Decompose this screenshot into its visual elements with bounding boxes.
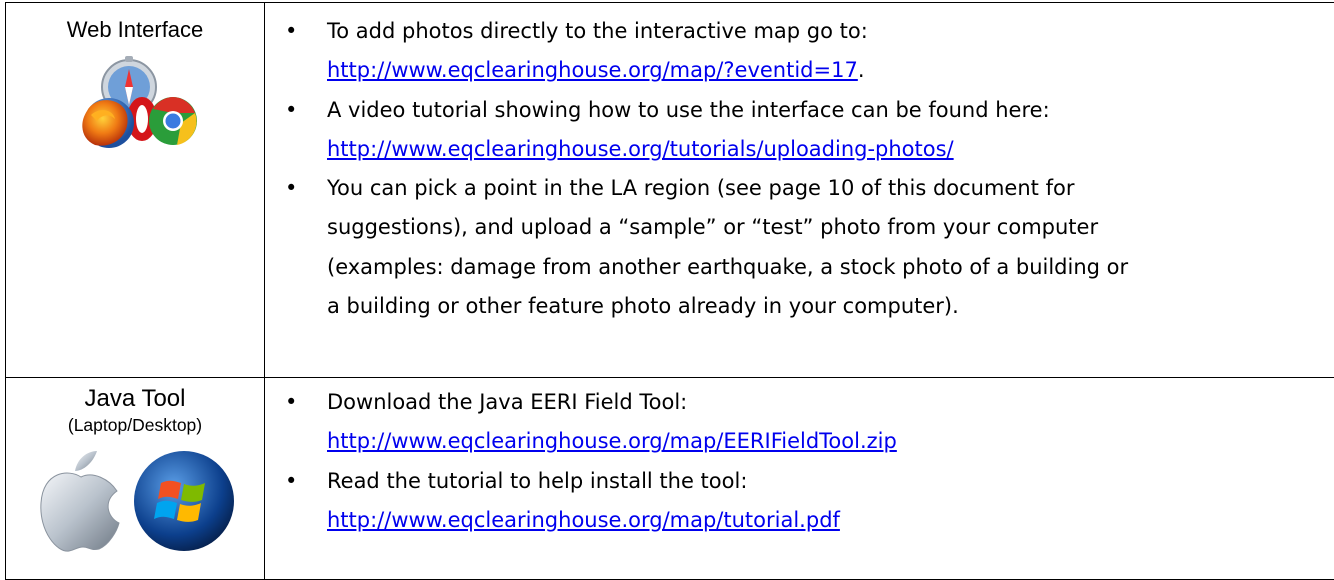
bullet-text: Download the Java EERI Field Tool: [327, 390, 688, 414]
bullet-icon: • [285, 19, 298, 43]
bullet-text-line: suggestions), and upload a “sample” or “… [327, 215, 1099, 240]
install-tutorial-link[interactable]: http://www.eqclearinghouse.org/map/tutor… [327, 508, 840, 532]
windows-icon [134, 451, 234, 551]
row-label-cell: Web Interface [5, 2, 265, 378]
chrome-icon [149, 97, 197, 145]
browser-logos [6, 53, 264, 153]
bullet-list: • Download the Java EERI Field Tool: htt… [265, 378, 1334, 540]
os-logos [6, 447, 264, 557]
table-row-web-interface: Web Interface • To add photos directly t… [5, 2, 1334, 378]
list-item: • Download the Java EERI Field Tool: htt… [285, 383, 1334, 462]
row-subtitle: (Laptop/Desktop) [67, 415, 203, 435]
bullet-icon: • [285, 390, 298, 414]
event-map-link[interactable]: http://www.eqclearinghouse.org/map/?even… [327, 58, 858, 82]
bullet-icon: • [285, 176, 298, 201]
instruction-table: Web Interface • To add photos directly t… [5, 2, 1334, 580]
row-title: Web Interface [66, 17, 204, 42]
row-label-cell: Java Tool (Laptop/Desktop) [5, 377, 265, 580]
link-suffix: . [857, 58, 865, 83]
list-item: • Read the tutorial to help install the … [285, 462, 1334, 541]
list-item: • A video tutorial showing how to use th… [285, 91, 1334, 170]
bullet-icon: • [285, 97, 298, 122]
bullet-text-line: You can pick a point in the LA region (s… [327, 176, 1075, 201]
bullet-list: • To add photos directly to the interact… [265, 3, 1334, 326]
table-row-java-tool: Java Tool (Laptop/Desktop) • Download th… [5, 377, 1334, 580]
download-tool-link[interactable]: http://www.eqclearinghouse.org/map/EERIF… [327, 429, 897, 453]
row-content-cell: • To add photos directly to the interact… [264, 2, 1334, 378]
bullet-text: To add photos directly to the interactiv… [327, 19, 868, 43]
row-title: Java Tool [84, 385, 186, 412]
bullet-text: A video tutorial showing how to use the … [327, 97, 1050, 122]
browser-logos-graphic [82, 56, 197, 148]
bullet-icon: • [285, 468, 298, 493]
list-item: • To add photos directly to the interact… [285, 12, 1334, 91]
bullet-text-line: a building or other feature photo alread… [327, 294, 959, 319]
video-tutorial-link[interactable]: http://www.eqclearinghouse.org/tutorials… [327, 137, 954, 161]
bullet-text: Read the tutorial to help install the to… [327, 468, 748, 493]
firefox-icon [82, 98, 134, 148]
apple-icon [40, 451, 120, 552]
row-content-cell: • Download the Java EERI Field Tool: htt… [264, 377, 1334, 580]
list-item: • You can pick a point in the LA region … [285, 169, 1334, 326]
bullet-text-line: (examples: damage from another earthquak… [327, 254, 1129, 279]
